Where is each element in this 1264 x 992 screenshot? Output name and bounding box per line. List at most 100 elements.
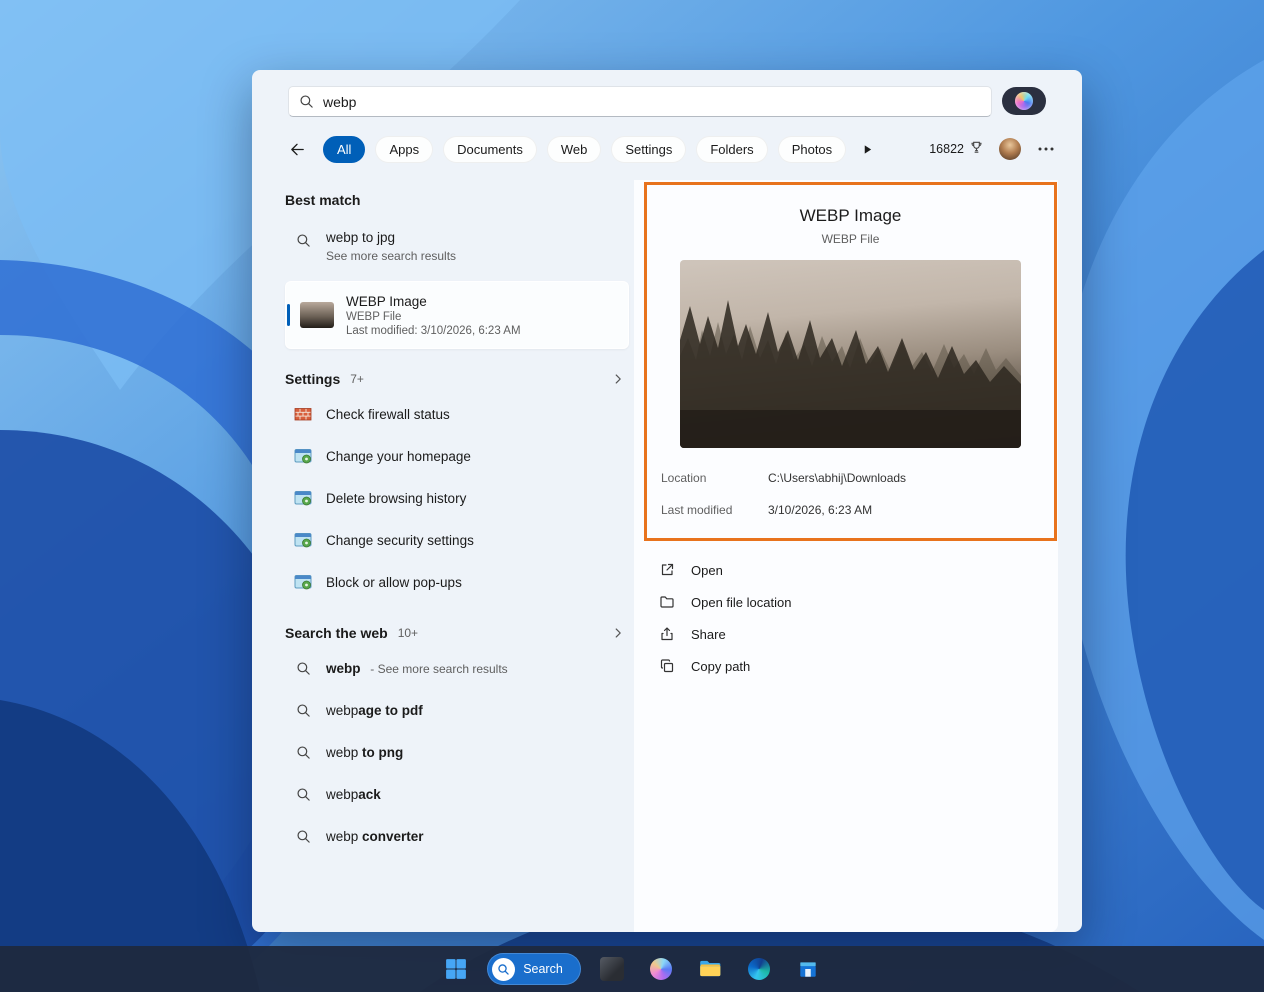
settings-section-count: 7+	[350, 372, 364, 386]
share-action-label: Share	[691, 627, 726, 642]
search-icon	[294, 233, 312, 263]
back-button[interactable]	[285, 137, 309, 161]
more-filters-button[interactable]	[862, 144, 873, 155]
web-suggestion-prefix: webp	[326, 745, 358, 760]
user-avatar[interactable]	[999, 138, 1021, 160]
best-match-modified: Last modified: 3/10/2026, 6:23 AM	[346, 325, 521, 337]
rewards-counter[interactable]: 16822	[929, 140, 984, 158]
taskbar-icon-edge[interactable]	[741, 951, 777, 987]
taskbar: Search	[0, 946, 1264, 992]
open-file-location-action[interactable]: Open file location	[648, 586, 1048, 618]
file-preview-panel-highlighted: WEBP Image WEBP File Location C:\Users\a…	[644, 182, 1057, 541]
settings-section-title: Settings	[285, 371, 340, 387]
copy-icon	[658, 658, 676, 674]
suggestion-title: webp to jpg	[326, 230, 456, 245]
web-suggestion-webpage-to-pdf[interactable]: webpage to pdf	[285, 689, 629, 731]
settings-item-homepage[interactable]: Change your homepage	[285, 435, 629, 477]
settings-item-security[interactable]: Change security settings	[285, 519, 629, 561]
share-action[interactable]: Share	[648, 618, 1048, 650]
search-flyout-panel: All Apps Documents Web Settings Folders …	[252, 70, 1082, 932]
tab-apps[interactable]: Apps	[375, 136, 433, 163]
search-icon	[492, 958, 515, 981]
web-suggestion-suffix: age to pdf	[358, 703, 423, 718]
web-suggestion-suffix: converter	[358, 829, 423, 844]
web-suggestion-webp-to-png[interactable]: webp to png	[285, 731, 629, 773]
copilot-icon	[1015, 92, 1033, 110]
web-suggestion-note: - See more search results	[370, 662, 507, 676]
results-column: Best match webp to jpg See more search r…	[285, 192, 629, 857]
search-icon	[294, 829, 312, 844]
search-icon	[294, 745, 312, 760]
search-icon	[299, 94, 314, 109]
chevron-right-icon[interactable]	[611, 626, 625, 640]
search-icon	[294, 787, 312, 802]
settings-item-label: Delete browsing history	[326, 491, 466, 506]
taskbar-icon-app-dark[interactable]	[594, 951, 630, 987]
copilot-button[interactable]	[1002, 87, 1046, 115]
search-web-section-count: 10+	[398, 626, 418, 640]
taskbar-icon-file-explorer[interactable]	[692, 951, 728, 987]
rewards-trophy-icon	[969, 140, 984, 158]
search-web-section-title: Search the web	[285, 625, 388, 641]
settings-item-firewall[interactable]: Check firewall status	[285, 393, 629, 435]
chevron-right-icon[interactable]	[611, 372, 625, 386]
more-options-button[interactable]	[1036, 143, 1056, 155]
best-match-type: WEBP File	[346, 311, 521, 323]
settings-item-label: Change security settings	[326, 533, 474, 548]
search-web-section-header[interactable]: Search the web 10+	[285, 625, 629, 641]
tab-folders[interactable]: Folders	[696, 136, 767, 163]
open-action-label: Open	[691, 563, 723, 578]
file-thumbnail	[300, 302, 334, 328]
folder-icon	[658, 594, 676, 610]
browser-settings-icon	[294, 573, 312, 591]
web-suggestion-webpack[interactable]: webpack	[285, 773, 629, 815]
filter-tabs-row: All Apps Documents Web Settings Folders …	[285, 134, 1056, 164]
rewards-count: 16822	[929, 142, 964, 156]
tab-settings[interactable]: Settings	[611, 136, 686, 163]
settings-item-label: Block or allow pop-ups	[326, 575, 462, 590]
search-input[interactable]	[323, 94, 981, 110]
taskbar-search-button[interactable]: Search	[487, 953, 581, 985]
start-button[interactable]	[438, 951, 474, 987]
web-suggestion-prefix: webp	[326, 703, 358, 718]
settings-section-header[interactable]: Settings 7+	[285, 371, 629, 387]
browser-settings-icon	[294, 447, 312, 465]
open-icon	[658, 562, 676, 578]
taskbar-search-label: Search	[523, 962, 563, 976]
last-modified-value: 3/10/2026, 6:23 AM	[768, 503, 872, 517]
tab-photos[interactable]: Photos	[778, 136, 846, 163]
header-right-group: 16822	[929, 138, 1056, 160]
tab-documents[interactable]: Documents	[443, 136, 537, 163]
taskbar-icon-copilot[interactable]	[643, 951, 679, 987]
best-match-header: Best match	[285, 192, 629, 208]
open-file-location-label: Open file location	[691, 595, 791, 610]
preview-title: WEBP Image	[647, 206, 1054, 226]
search-icon	[294, 661, 312, 676]
web-suggestion-prefix: webp	[326, 787, 358, 802]
location-value: C:\Users\abhij\Downloads	[768, 471, 906, 485]
tab-all[interactable]: All	[323, 136, 365, 163]
location-label: Location	[661, 471, 768, 485]
image-preview-foggy-forest	[680, 260, 1021, 448]
settings-item-popups[interactable]: Block or allow pop-ups	[285, 561, 629, 603]
web-suggestion-webp[interactable]: webp - See more search results	[285, 647, 629, 689]
search-suggestion-webp-to-jpg[interactable]: webp to jpg See more search results	[285, 228, 629, 265]
search-input-box[interactable]	[288, 86, 992, 117]
settings-item-label: Check firewall status	[326, 407, 450, 422]
open-action[interactable]: Open	[648, 554, 1048, 586]
copy-path-action-label: Copy path	[691, 659, 750, 674]
copy-path-action[interactable]: Copy path	[648, 650, 1048, 682]
taskbar-icon-store[interactable]	[790, 951, 826, 987]
web-suggestion-webp-converter[interactable]: webp converter	[285, 815, 629, 857]
best-match-title: WEBP Image	[346, 294, 521, 309]
best-match-result-webp-image[interactable]: WEBP Image WEBP File Last modified: 3/10…	[285, 281, 629, 349]
suggestion-subtitle: See more search results	[326, 249, 456, 263]
web-suggestion-prefix: webp	[326, 829, 358, 844]
tab-web[interactable]: Web	[547, 136, 602, 163]
web-suggestion-suffix: ack	[358, 787, 381, 802]
browser-settings-icon	[294, 489, 312, 507]
browser-settings-icon	[294, 531, 312, 549]
settings-item-browsing-history[interactable]: Delete browsing history	[285, 477, 629, 519]
web-suggestion-term: webp	[326, 661, 361, 676]
share-icon	[658, 626, 676, 642]
